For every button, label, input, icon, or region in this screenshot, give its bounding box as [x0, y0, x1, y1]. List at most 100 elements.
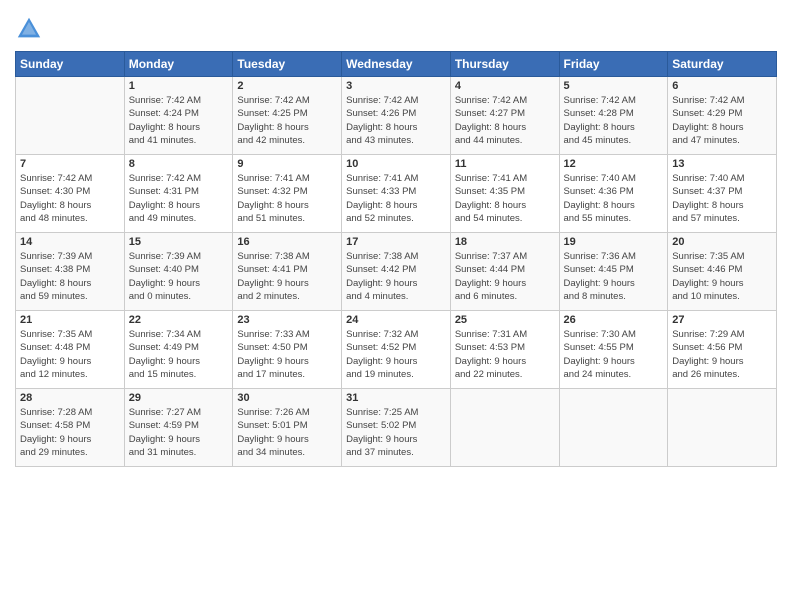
- day-number: 31: [346, 392, 446, 404]
- calendar-cell: 4Sunrise: 7:42 AM Sunset: 4:27 PM Daylig…: [450, 77, 559, 155]
- logo: [15, 15, 47, 43]
- week-row-3: 14 Sunrise: 7:39 AM Sunset: 4:38 PM Dayli…: [16, 233, 777, 311]
- day-info: Sunrise: 7:42 AM Sunset: 4:28 PM Dayligh…: [564, 94, 664, 147]
- calendar-cell: 10Sunrise: 7:41 AM Sunset: 4:33 PM Dayli…: [342, 155, 451, 233]
- day-info: Sunrise: 7:28 AM Sunset: 4:58 PM Dayligh…: [20, 406, 120, 459]
- day-info: Sunrise: 7:29 AM Sunset: 4:56 PM Dayligh…: [672, 328, 772, 381]
- day-number: 7: [20, 158, 120, 170]
- day-number: 5: [564, 80, 664, 92]
- calendar-cell: 1 Sunrise: 7:42 AM Sunset: 4:24 PM Daylig…: [124, 77, 233, 155]
- calendar-cell: 3 Sunrise: 7:42 AM Sunset: 4:26 PM Daylig…: [342, 77, 451, 155]
- header: [15, 10, 777, 43]
- calendar-cell: 31 Sunrise: 7:25 AM Sunset: 5:02 PM Dayli…: [342, 389, 451, 467]
- calendar-cell: 2Sunrise: 7:42 AM Sunset: 4:25 PM Daylig…: [233, 77, 342, 155]
- day-info: Sunrise: 7:35 AM Sunset: 4:48 PM Dayligh…: [20, 328, 120, 381]
- calendar-cell: 12 Sunrise: 7:40 AM Sunset: 4:36 PM Dayli…: [559, 155, 668, 233]
- calendar-cell: 13 Sunrise: 7:40 AM Sunset: 4:37 PM Dayli…: [668, 155, 777, 233]
- calendar-cell: 20 Sunrise: 7:35 AM Sunset: 4:46 PM Dayli…: [668, 233, 777, 311]
- day-info: Sunrise: 7:30 AM Sunset: 4:55 PM Dayligh…: [564, 328, 664, 381]
- calendar-cell: 18 Sunrise: 7:37 AM Sunset: 4:44 PM Dayli…: [450, 233, 559, 311]
- column-header-wednesday: Wednesday: [342, 52, 451, 77]
- day-number: 8: [129, 158, 229, 170]
- day-info: Sunrise: 7:40 AM Sunset: 4:36 PM Dayligh…: [564, 172, 664, 225]
- day-info: Sunrise: 7:42 AM Sunset: 4:25 PM Dayligh…: [237, 94, 337, 147]
- day-info: Sunrise: 7:38 AM Sunset: 4:41 PM Dayligh…: [237, 250, 337, 303]
- calendar-cell: [16, 77, 125, 155]
- calendar-cell: 5 Sunrise: 7:42 AM Sunset: 4:28 PM Daylig…: [559, 77, 668, 155]
- calendar-cell: 30 Sunrise: 7:26 AM Sunset: 5:01 PM Dayli…: [233, 389, 342, 467]
- column-header-sunday: Sunday: [16, 52, 125, 77]
- calendar-cell: [668, 389, 777, 467]
- day-number: 20: [672, 236, 772, 248]
- week-row-4: 21 Sunrise: 7:35 AM Sunset: 4:48 PM Dayli…: [16, 311, 777, 389]
- calendar-cell: 24 Sunrise: 7:32 AM Sunset: 4:52 PM Dayli…: [342, 311, 451, 389]
- column-header-thursday: Thursday: [450, 52, 559, 77]
- day-number: 28: [20, 392, 120, 404]
- day-number: 3: [346, 80, 446, 92]
- day-number: 18: [455, 236, 555, 248]
- day-number: 12: [564, 158, 664, 170]
- day-info: Sunrise: 7:42 AM Sunset: 4:30 PM Dayligh…: [20, 172, 120, 225]
- calendar-cell: 25 Sunrise: 7:31 AM Sunset: 4:53 PM Dayli…: [450, 311, 559, 389]
- day-number: 14: [20, 236, 120, 248]
- day-number: 25: [455, 314, 555, 326]
- day-info: Sunrise: 7:25 AM Sunset: 5:02 PM Dayligh…: [346, 406, 446, 459]
- day-info: Sunrise: 7:31 AM Sunset: 4:53 PM Dayligh…: [455, 328, 555, 381]
- calendar-cell: 17Sunrise: 7:38 AM Sunset: 4:42 PM Dayli…: [342, 233, 451, 311]
- calendar-header-row: SundayMondayTuesdayWednesdayThursdayFrid…: [16, 52, 777, 77]
- day-info: Sunrise: 7:27 AM Sunset: 4:59 PM Dayligh…: [129, 406, 229, 459]
- column-header-tuesday: Tuesday: [233, 52, 342, 77]
- day-info: Sunrise: 7:41 AM Sunset: 4:32 PM Dayligh…: [237, 172, 337, 225]
- day-number: 21: [20, 314, 120, 326]
- calendar-cell: 29Sunrise: 7:27 AM Sunset: 4:59 PM Dayli…: [124, 389, 233, 467]
- calendar-cell: [450, 389, 559, 467]
- day-number: 24: [346, 314, 446, 326]
- column-header-friday: Friday: [559, 52, 668, 77]
- calendar-cell: 19Sunrise: 7:36 AM Sunset: 4:45 PM Dayli…: [559, 233, 668, 311]
- calendar-table: SundayMondayTuesdayWednesdayThursdayFrid…: [15, 51, 777, 467]
- day-number: 13: [672, 158, 772, 170]
- calendar-cell: 26 Sunrise: 7:30 AM Sunset: 4:55 PM Dayli…: [559, 311, 668, 389]
- day-number: 11: [455, 158, 555, 170]
- week-row-5: 28 Sunrise: 7:28 AM Sunset: 4:58 PM Dayli…: [16, 389, 777, 467]
- calendar-cell: 8 Sunrise: 7:42 AM Sunset: 4:31 PM Daylig…: [124, 155, 233, 233]
- week-row-1: 1 Sunrise: 7:42 AM Sunset: 4:24 PM Daylig…: [16, 77, 777, 155]
- day-info: Sunrise: 7:32 AM Sunset: 4:52 PM Dayligh…: [346, 328, 446, 381]
- calendar-cell: 21 Sunrise: 7:35 AM Sunset: 4:48 PM Dayli…: [16, 311, 125, 389]
- day-info: Sunrise: 7:35 AM Sunset: 4:46 PM Dayligh…: [672, 250, 772, 303]
- day-number: 23: [237, 314, 337, 326]
- day-number: 9: [237, 158, 337, 170]
- day-number: 17: [346, 236, 446, 248]
- day-info: Sunrise: 7:39 AM Sunset: 4:38 PM Dayligh…: [20, 250, 120, 303]
- day-number: 6: [672, 80, 772, 92]
- day-info: Sunrise: 7:26 AM Sunset: 5:01 PM Dayligh…: [237, 406, 337, 459]
- calendar-cell: 14 Sunrise: 7:39 AM Sunset: 4:38 PM Dayli…: [16, 233, 125, 311]
- calendar-cell: 11 Sunrise: 7:41 AM Sunset: 4:35 PM Dayli…: [450, 155, 559, 233]
- day-number: 26: [564, 314, 664, 326]
- day-info: Sunrise: 7:42 AM Sunset: 4:24 PM Dayligh…: [129, 94, 229, 147]
- day-number: 30: [237, 392, 337, 404]
- calendar-cell: 15 Sunrise: 7:39 AM Sunset: 4:40 PM Dayli…: [124, 233, 233, 311]
- calendar-cell: 7 Sunrise: 7:42 AM Sunset: 4:30 PM Daylig…: [16, 155, 125, 233]
- day-info: Sunrise: 7:42 AM Sunset: 4:26 PM Dayligh…: [346, 94, 446, 147]
- day-info: Sunrise: 7:42 AM Sunset: 4:31 PM Dayligh…: [129, 172, 229, 225]
- calendar-cell: 27Sunrise: 7:29 AM Sunset: 4:56 PM Dayli…: [668, 311, 777, 389]
- day-number: 4: [455, 80, 555, 92]
- day-number: 15: [129, 236, 229, 248]
- day-info: Sunrise: 7:41 AM Sunset: 4:35 PM Dayligh…: [455, 172, 555, 225]
- calendar-cell: 22 Sunrise: 7:34 AM Sunset: 4:49 PM Dayli…: [124, 311, 233, 389]
- day-info: Sunrise: 7:33 AM Sunset: 4:50 PM Dayligh…: [237, 328, 337, 381]
- column-header-saturday: Saturday: [668, 52, 777, 77]
- day-info: Sunrise: 7:34 AM Sunset: 4:49 PM Dayligh…: [129, 328, 229, 381]
- day-number: 22: [129, 314, 229, 326]
- day-info: Sunrise: 7:39 AM Sunset: 4:40 PM Dayligh…: [129, 250, 229, 303]
- day-info: Sunrise: 7:37 AM Sunset: 4:44 PM Dayligh…: [455, 250, 555, 303]
- calendar-cell: 23 Sunrise: 7:33 AM Sunset: 4:50 PM Dayli…: [233, 311, 342, 389]
- day-info: Sunrise: 7:40 AM Sunset: 4:37 PM Dayligh…: [672, 172, 772, 225]
- week-row-2: 7 Sunrise: 7:42 AM Sunset: 4:30 PM Daylig…: [16, 155, 777, 233]
- day-info: Sunrise: 7:36 AM Sunset: 4:45 PM Dayligh…: [564, 250, 664, 303]
- day-number: 1: [129, 80, 229, 92]
- day-number: 16: [237, 236, 337, 248]
- calendar-cell: [559, 389, 668, 467]
- day-info: Sunrise: 7:42 AM Sunset: 4:29 PM Dayligh…: [672, 94, 772, 147]
